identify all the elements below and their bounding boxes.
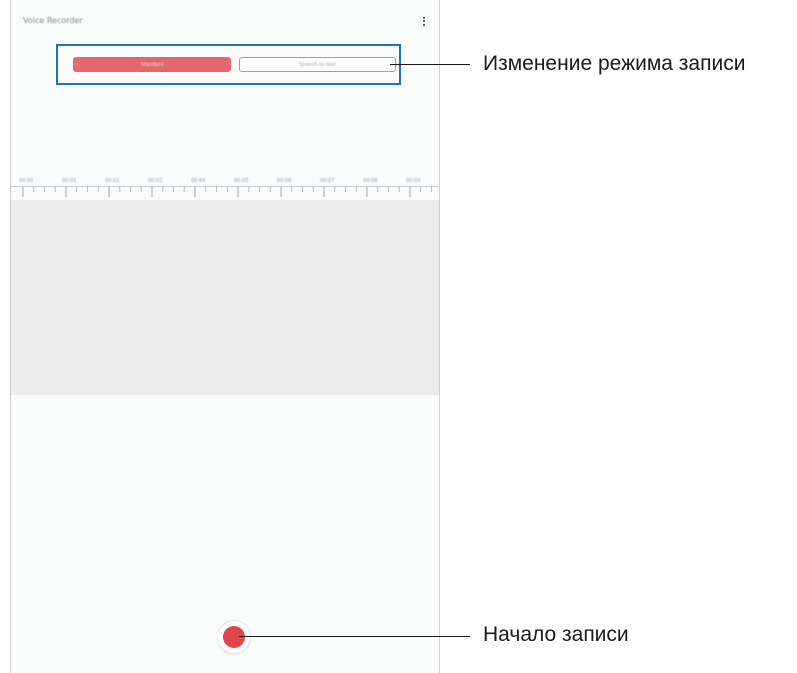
timeline-ruler bbox=[11, 186, 439, 197]
mode-callout-line bbox=[390, 64, 470, 65]
record-icon bbox=[223, 626, 245, 648]
timeline-label: 00:00 bbox=[19, 178, 34, 184]
timeline-label: 00:08 bbox=[363, 178, 378, 184]
more-dot bbox=[423, 20, 425, 22]
timeline-label: 00:01 bbox=[62, 178, 77, 184]
device-screen: Voice Recorder Standard Speech-to-text 0… bbox=[10, 0, 440, 673]
timeline-label: 00:04 bbox=[191, 178, 206, 184]
tab-speech-to-text-label: Speech-to-text bbox=[298, 61, 336, 68]
more-options-icon[interactable] bbox=[418, 12, 430, 30]
more-dot bbox=[423, 16, 425, 19]
more-dot bbox=[423, 23, 425, 26]
waveform-area bbox=[11, 200, 439, 395]
record-button[interactable] bbox=[218, 621, 250, 653]
app-title: Voice Recorder bbox=[23, 16, 83, 25]
tab-standard-label: Standard bbox=[140, 61, 164, 68]
timeline-label: 00:02 bbox=[105, 178, 120, 184]
page: Voice Recorder Standard Speech-to-text 0… bbox=[0, 0, 797, 673]
mode-selector-highlight: Standard Speech-to-text bbox=[56, 44, 401, 85]
tab-standard[interactable]: Standard bbox=[73, 57, 231, 72]
timeline-label: 00:09 bbox=[406, 178, 421, 184]
timeline-label: 00:03 bbox=[148, 178, 163, 184]
timeline-label: 00:06 bbox=[277, 178, 292, 184]
timeline-label: 00:07 bbox=[320, 178, 335, 184]
record-callout-label: Начало записи bbox=[483, 623, 629, 646]
mode-callout-label: Изменение режима записи bbox=[483, 52, 746, 75]
timeline-label: 00:05 bbox=[234, 178, 249, 184]
tab-speech-to-text[interactable]: Speech-to-text bbox=[239, 57, 396, 72]
record-callout-line bbox=[239, 636, 470, 637]
